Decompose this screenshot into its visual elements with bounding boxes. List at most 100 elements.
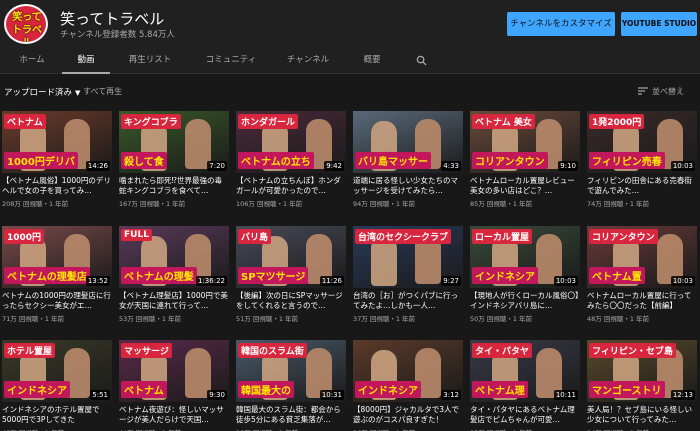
video-card[interactable]: マッサージベトナム 9:30 ベトナム夜遊び：怪しいマッサージが美人だらけで天国… 4… <box>119 340 229 431</box>
video-duration-badge: 10:03 <box>553 276 578 286</box>
thumbnail-bottom-caption: マンゴーストリ <box>589 381 665 398</box>
video-metadata: 208万 回視聴・1 年前 <box>2 200 69 208</box>
video-title[interactable]: ベトナム夜遊び：怪しいマッサージが美人だらけで天国… <box>119 405 229 425</box>
thumbnail-top-caption: ベトナム 美女 <box>472 114 535 129</box>
video-thumbnail[interactable]: タイ・パタヤ ベトナム理 10:11 <box>470 340 580 402</box>
video-card[interactable]: ホテル置屋 インドネシア 5:51 インドネシアのホテル置屋で5000円で3Pしてきた… <box>2 340 112 431</box>
sort-by-button[interactable]: 並べ替え <box>652 86 684 97</box>
video-card[interactable]: バリ島マッサー 4:33 道端に居る怪しい少女たちのマッサージを受けてみたら… 94万… <box>353 111 463 219</box>
video-thumbnail[interactable]: コリアンタウン ベトナム置 10:03 <box>587 226 697 288</box>
video-thumbnail[interactable]: ホンダガール ベトナムの立ち 9:42 <box>236 111 346 173</box>
video-metadata: 167万 回視聴・1 年前 <box>119 200 186 208</box>
video-title[interactable]: 【ベトナムの立ちんぼ】ホンダガールが可愛かったので… <box>236 176 346 196</box>
video-title[interactable]: ベトナムローカル置屋レビュー 美女の多い店はどこ？… <box>470 176 580 196</box>
thumbnail-bottom-caption: ベトナム <box>121 381 167 398</box>
video-title[interactable]: 噛まれたら即死⁉世界最強の毒蛇キングコブラを食べて… <box>119 176 229 196</box>
video-card[interactable]: 台湾のセクシークラブ 9:27 台湾の［お］がつくパブに行ってみたよ…しかも一人… 3… <box>353 226 463 334</box>
search-icon[interactable] <box>416 55 427 66</box>
video-card[interactable]: ローカル置屋 インドネシア 10:03 【現地人が行くローカル風俗〇】インドネシアバリ… <box>470 226 580 334</box>
youtube-studio-button[interactable]: YOUTUBE STUDIO <box>621 12 697 36</box>
tab-channels[interactable]: チャンネル <box>280 48 336 74</box>
video-card[interactable]: 1発2000円 フィリピン売春 10:03 フィリピンの田舎にある売春街で遊んでみた…… <box>587 111 697 219</box>
video-title[interactable]: インドネシアのホテル置屋で5000円で3Pしてきた <box>2 405 112 425</box>
channel-avatar[interactable]: 笑って トラベル <box>4 4 48 44</box>
video-title[interactable]: ベトナムの1000円の理髪店に行ったらセクシー美女がエ… <box>2 291 112 311</box>
video-thumbnail[interactable]: キングコブラ 殺して食 7:20 <box>119 111 229 173</box>
video-thumbnail[interactable]: フィリピン・セブ島 マンゴーストリ 12:13 <box>587 340 697 402</box>
video-title[interactable]: ベトナムローカル置屋に行ってみたら〇〇だった【前編】 <box>587 291 697 311</box>
thumbnail-top-caption: ローカル置屋 <box>472 229 533 244</box>
video-thumbnail[interactable]: マッサージ ベトナム 9:30 <box>119 340 229 402</box>
video-title[interactable]: 【ベトナム風俗】1000円のデリヘルで女の子を買ってみ… <box>2 176 112 196</box>
video-title[interactable]: 【現地人が行くローカル風俗〇】インドネシアバリ島に… <box>470 291 580 311</box>
video-title[interactable]: 道端に居る怪しい少女たちのマッサージを受けてみたら… <box>353 176 463 196</box>
channel-title: 笑ってトラベル <box>60 10 165 28</box>
video-card[interactable]: コリアンタウン ベトナム置 10:03 ベトナムローカル置屋に行ってみたら〇〇だった【… <box>587 226 697 334</box>
video-metadata: 35万 回視聴・1 年前 <box>470 427 580 431</box>
channel-header: 笑って トラベル 笑ってトラベル チャンネル登録者数 5.84万人 チャンネルを… <box>0 0 700 48</box>
video-thumbnail[interactable]: 韓国のスラム街 韓国最大の 10:31 <box>236 340 346 402</box>
thumbnail-bottom-caption: ベトナムの立ち <box>238 152 314 169</box>
tab-playlists[interactable]: 再生リスト <box>120 48 180 74</box>
video-title[interactable]: 台湾の［お］がつくパブに行ってみたよ…しかも一人… <box>353 291 463 311</box>
video-card[interactable]: ホンダガール ベトナムの立ち 9:42 【ベトナムの立ちんぼ】ホンダガールが可愛かった… <box>236 111 346 219</box>
video-card[interactable]: フィリピン・セブ島 マンゴーストリ 12:13 美人局！？セブ島にいる怪しい少女につい… <box>587 340 697 431</box>
thumbnail-top-caption: コリアンタウン <box>589 229 658 244</box>
play-all-link[interactable]: すべて再生 <box>83 86 122 97</box>
video-duration-badge: 10:03 <box>670 276 695 286</box>
video-thumbnail[interactable]: ホテル置屋 インドネシア 5:51 <box>2 340 112 402</box>
video-title[interactable]: フィリピンの田舎にある売春街で遊んでみた… <box>587 176 697 196</box>
video-duration-badge: 14:26 <box>85 161 110 171</box>
video-duration-badge: 13:52 <box>85 276 110 286</box>
video-title[interactable]: 【ベトナム理髪店】1000円で美女が天国に連れて行って… <box>119 291 229 311</box>
video-thumbnail[interactable]: 1発2000円 フィリピン売春 10:03 <box>587 111 697 173</box>
video-thumbnail[interactable]: ベトナム 1000円デリバ 14:26 <box>2 111 112 173</box>
video-metadata: 45万 回視聴・1 年前 <box>2 427 112 431</box>
video-thumbnail[interactable]: インドネシア 3:12 <box>353 340 463 402</box>
video-card[interactable]: バリ島 SPマツサージ 11:26 【後編】次の日にSPマッサージをしてくれると言うの… <box>236 226 346 334</box>
video-metadata: 71万 回視聴・1 年前 <box>2 315 65 323</box>
customize-channel-button[interactable]: チャンネルをカスタマイズ <box>507 12 615 36</box>
video-card[interactable]: ベトナム 1000円デリバ 14:26 【ベトナム風俗】1000円のデリヘルで女の子を… <box>2 111 112 219</box>
video-card[interactable]: インドネシア 3:12 【8000円】ジャカルタで3人で遊ぶのがコスパ良すぎた！ 36… <box>353 340 463 431</box>
video-card[interactable]: FULL ベトナムの理髪 1:36:22 【ベトナム理髪店】1000円で美女が天国に連… <box>119 226 229 334</box>
thumbnail-bottom-caption: インドネシア <box>4 381 70 398</box>
video-thumbnail[interactable]: バリ島 SPマツサージ 11:26 <box>236 226 346 288</box>
video-metadata: 37万 回視聴・1 年前 <box>353 315 416 323</box>
video-metadata: 106万 回視聴・1 年前 <box>236 200 303 208</box>
video-duration-badge: 7:20 <box>207 161 227 171</box>
thumbnail-bottom-caption: 韓国最大の <box>238 381 294 398</box>
sort-icon[interactable] <box>638 87 648 95</box>
video-thumbnail[interactable]: 台湾のセクシークラブ 9:27 <box>353 226 463 288</box>
video-title[interactable]: 【8000円】ジャカルタで3人で遊ぶのがコスパ良すぎた！ <box>353 405 463 425</box>
thumbnail-top-caption: 韓国のスラム街 <box>238 343 307 358</box>
video-thumbnail[interactable]: 1000円 ベトナムの理髪店 13:52 <box>2 226 112 288</box>
thumbnail-bottom-caption: SPマツサージ <box>238 267 309 284</box>
video-title[interactable]: 韓国最大のスラム街：都会から徒歩5分にある貧乏集落が… <box>236 405 346 425</box>
video-thumbnail[interactable]: ローカル置屋 インドネシア 10:03 <box>470 226 580 288</box>
tab-home[interactable]: ホーム <box>8 48 56 74</box>
channel-tabs: ホーム 動画 再生リスト コミュニティ チャンネル 概要 <box>0 48 700 74</box>
video-duration-badge: 3:12 <box>441 390 461 400</box>
video-card[interactable]: 1000円 ベトナムの理髪店 13:52 ベトナムの1000円の理髪店に行ったらセクシ… <box>2 226 112 334</box>
video-card[interactable]: キングコブラ 殺して食 7:20 噛まれたら即死⁉世界最強の毒蛇キングコブラを食べて…… <box>119 111 229 219</box>
thumbnail-top-caption: 台湾のセクシークラブ <box>355 229 452 244</box>
video-card[interactable]: タイ・パタヤ ベトナム理 10:11 タイ・パタヤにあるベトナム理髪店でピムちゃんが可… <box>470 340 580 431</box>
video-title[interactable]: タイ・パタヤにあるベトナム理髪店でピムちゃんが可愛… <box>470 405 580 425</box>
video-metadata: 48万 回視聴・1 年前 <box>587 315 650 323</box>
video-duration-badge: 9:10 <box>558 161 578 171</box>
video-thumbnail[interactable]: バリ島マッサー 4:33 <box>353 111 463 173</box>
tab-community[interactable]: コミュニティ <box>196 48 266 74</box>
video-card[interactable]: 韓国のスラム街 韓国最大の 10:31 韓国最大のスラム街：都会から徒歩5分にある貧乏… <box>236 340 346 431</box>
video-duration-badge: 1:36:22 <box>196 276 227 286</box>
video-thumbnail[interactable]: FULL ベトナムの理髪 1:36:22 <box>119 226 229 288</box>
video-card[interactable]: ベトナム 美女 コリアンタウン 9:10 ベトナムローカル置屋レビュー 美女の多い店は… <box>470 111 580 219</box>
avatar-logo-text: 笑って トラベル <box>12 12 42 44</box>
tab-about[interactable]: 概要 <box>356 48 388 74</box>
video-thumbnail[interactable]: ベトナム 美女 コリアンタウン 9:10 <box>470 111 580 173</box>
uploads-filter-dropdown[interactable]: アップロード済み ▼ <box>4 86 80 98</box>
video-title[interactable]: 美人局！？セブ島にいる怪しい少女について行ってみた… <box>587 405 697 425</box>
video-title[interactable]: 【後編】次の日にSPマッサージをしてくれると言うので… <box>236 291 346 311</box>
tab-videos[interactable]: 動画 <box>62 48 110 74</box>
thumbnail-bottom-caption: ベトナム置 <box>589 267 645 284</box>
